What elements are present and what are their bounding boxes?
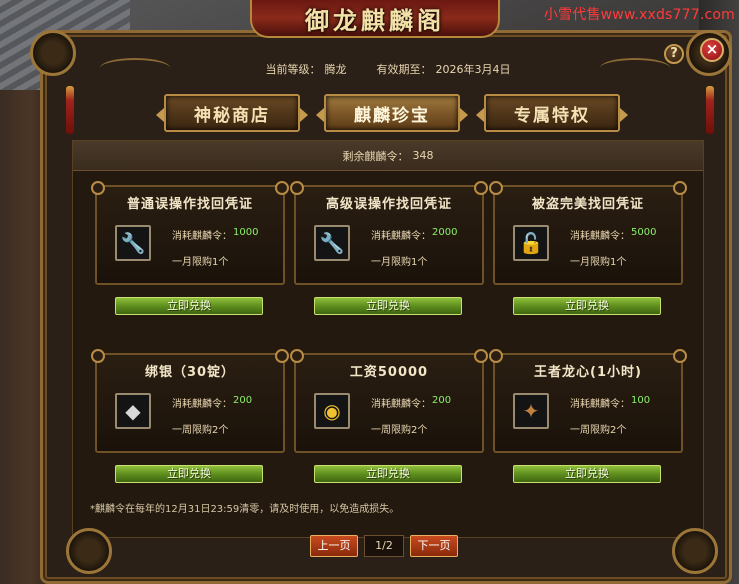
tab-qilin-treasure[interactable]: 麒麟珍宝 bbox=[316, 94, 468, 132]
expiry-label: 有效期至： bbox=[376, 63, 432, 76]
silver-ingot-icon: ◆ bbox=[125, 399, 141, 423]
cost-value: 2000 bbox=[432, 227, 458, 238]
tab-arrow-left-icon bbox=[316, 108, 324, 122]
tab-exclusive-privilege[interactable]: 专属特权 bbox=[476, 94, 628, 132]
redeem-button[interactable]: 立即兑换 bbox=[115, 465, 263, 483]
cost-value: 200 bbox=[233, 395, 253, 406]
item-card: 工资50000 ◉ 消耗麒麟令： 200 一周限购2个 bbox=[290, 349, 488, 453]
tab-arrow-right-icon bbox=[620, 108, 628, 122]
cost-label: 消耗麒麟令： bbox=[371, 231, 431, 242]
item-title: 被盗完美找回凭证 bbox=[531, 197, 644, 212]
tab-mystery-shop[interactable]: 神秘商店 bbox=[156, 94, 308, 132]
level-info: 当前等级： 腾龙 bbox=[266, 61, 347, 77]
redeem-button[interactable]: 立即兑换 bbox=[115, 297, 263, 315]
item-card: 高级误操作找回凭证 🔧 消耗麒麟令： 2000 一月限购1个 bbox=[290, 181, 488, 285]
expiry-info: 有效期至： 2026年3月4日 bbox=[377, 61, 511, 77]
tab-bar: 神秘商店 麒麟珍宝 专属特权 bbox=[150, 94, 630, 134]
item-slot[interactable]: 🔓 bbox=[513, 225, 549, 261]
wrench-icon: 🔧 bbox=[319, 231, 345, 255]
help-button[interactable]: ? bbox=[664, 44, 684, 64]
wrench-icon: 🔧 bbox=[120, 231, 146, 255]
tab-arrow-left-icon bbox=[156, 108, 164, 122]
tassel-ornament bbox=[706, 86, 714, 134]
item-cost: 消耗麒麟令： 200 bbox=[371, 395, 451, 410]
tab-arrow-right-icon bbox=[300, 108, 308, 122]
token-reset-note: *麒麟令在每年的12月31日23:59清零，请及时使用，以免造成损失。 bbox=[90, 504, 400, 515]
cost-label: 消耗麒麟令： bbox=[172, 399, 232, 410]
item-slot[interactable]: ◆ bbox=[115, 393, 151, 429]
page-indicator: 1/2 bbox=[364, 535, 404, 557]
item-card: 王者龙心(1小时) ✦ 消耗麒麟令： 100 一周限购2个 bbox=[489, 349, 687, 453]
pagination: 上一页 1/2 下一页 bbox=[310, 534, 458, 558]
item-cost: 消耗麒麟令： 5000 bbox=[570, 227, 656, 242]
item-slot[interactable]: 🔧 bbox=[115, 225, 151, 261]
tokens-label: 剩余麒麟令： bbox=[342, 149, 409, 163]
cost-label: 消耗麒麟令： bbox=[371, 399, 431, 410]
item-slot[interactable]: ◉ bbox=[314, 393, 350, 429]
redeem-button[interactable]: 立即兑换 bbox=[513, 465, 661, 483]
close-button[interactable]: × bbox=[700, 38, 724, 62]
gold-coins-icon: ◉ bbox=[323, 399, 341, 423]
item-slot[interactable]: ✦ bbox=[513, 393, 549, 429]
item-cost: 消耗麒麟令： 1000 bbox=[172, 227, 258, 242]
tokens-value: 348 bbox=[412, 149, 434, 162]
redeem-button[interactable]: 立即兑换 bbox=[513, 297, 661, 315]
lock-icon: 🔓 bbox=[518, 231, 544, 255]
redeem-button[interactable]: 立即兑换 bbox=[314, 465, 462, 483]
tab-label: 神秘商店 bbox=[194, 105, 270, 126]
purchase-limit: 一周限购2个 bbox=[570, 425, 627, 436]
next-page-button[interactable]: 下一页 bbox=[410, 535, 458, 557]
cost-value: 100 bbox=[631, 395, 651, 406]
item-title: 普通误操作找回凭证 bbox=[126, 197, 253, 212]
cost-value: 1000 bbox=[233, 227, 259, 238]
corner-ornament-icon bbox=[672, 528, 718, 574]
item-title: 绑银（30锭） bbox=[144, 365, 236, 380]
item-card: 普通误操作找回凭证 🔧 消耗麒麟令： 1000 一月限购1个 bbox=[91, 181, 289, 285]
watermark-text: 小雪代售www.xxds777.com bbox=[543, 7, 735, 23]
redeem-button[interactable]: 立即兑换 bbox=[314, 297, 462, 315]
level-label: 当前等级： bbox=[265, 63, 321, 76]
purchase-limit: 一月限购1个 bbox=[371, 257, 428, 268]
cost-value: 200 bbox=[432, 395, 452, 406]
purchase-limit: 一月限购1个 bbox=[172, 257, 229, 268]
cost-value: 5000 bbox=[631, 227, 657, 238]
item-title: 工资50000 bbox=[349, 365, 429, 380]
corner-ornament-icon bbox=[30, 30, 76, 76]
item-slot[interactable]: 🔧 bbox=[314, 225, 350, 261]
treasure-panel: 剩余麒麟令： 348 普通误操作找回凭证 🔧 消耗麒麟令： 1000 一月限购1… bbox=[72, 140, 704, 538]
purchase-limit: 一月限购1个 bbox=[570, 257, 627, 268]
tab-label: 麒麟珍宝 bbox=[354, 105, 430, 126]
item-cost: 消耗麒麟令： 100 bbox=[570, 395, 650, 410]
item-cost: 消耗麒麟令： 2000 bbox=[371, 227, 457, 242]
item-title: 高级误操作找回凭证 bbox=[325, 197, 452, 212]
tab-arrow-right-icon bbox=[460, 108, 468, 122]
cost-label: 消耗麒麟令： bbox=[172, 231, 232, 242]
item-card: 绑银（30锭） ◆ 消耗麒麟令： 200 一周限购2个 bbox=[91, 349, 289, 453]
level-value: 腾龙 bbox=[324, 63, 347, 76]
expiry-value: 2026年3月4日 bbox=[435, 63, 511, 76]
corner-ornament-icon bbox=[66, 528, 112, 574]
cost-label: 消耗麒麟令： bbox=[570, 399, 630, 410]
purchase-limit: 一周限购2个 bbox=[172, 425, 229, 436]
vip-status-bar: 当前等级： 腾龙 有效期至： 2026年3月4日 bbox=[72, 56, 704, 82]
cost-label: 消耗麒麟令： bbox=[570, 231, 630, 242]
title-banner: 御龙麒麟阁 bbox=[250, 0, 500, 38]
purchase-limit: 一周限购2个 bbox=[371, 425, 428, 436]
item-card: 被盗完美找回凭证 🔓 消耗麒麟令： 5000 一月限购1个 bbox=[489, 181, 687, 285]
item-title: 王者龙心(1小时) bbox=[534, 365, 642, 380]
prev-page-button[interactable]: 上一页 bbox=[310, 535, 358, 557]
tassel-ornament bbox=[66, 86, 74, 134]
remaining-tokens-bar: 剩余麒麟令： 348 bbox=[73, 141, 703, 171]
tab-arrow-left-icon bbox=[476, 108, 484, 122]
dragon-heart-icon: ✦ bbox=[522, 399, 540, 423]
item-cost: 消耗麒麟令： 200 bbox=[172, 395, 252, 410]
tab-label: 专属特权 bbox=[514, 105, 590, 126]
window-title: 御龙麒麟阁 bbox=[305, 5, 445, 35]
